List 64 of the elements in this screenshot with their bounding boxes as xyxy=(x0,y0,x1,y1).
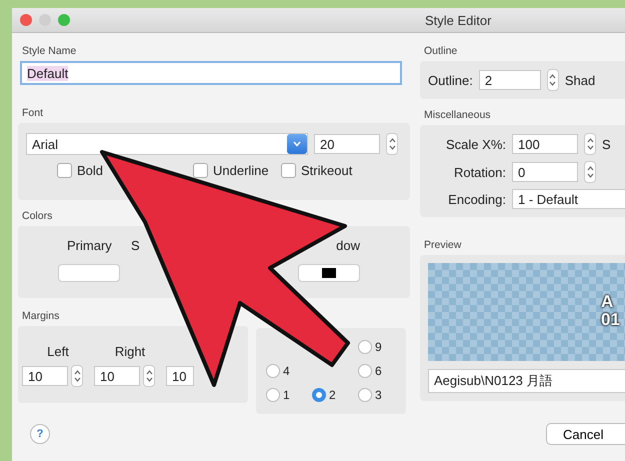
radio-label: 6 xyxy=(375,364,382,378)
field-label: Rotation: xyxy=(452,164,506,180)
color-swatch[interactable] xyxy=(298,264,360,282)
field-label: Scale X%: xyxy=(445,136,506,152)
encoding-dropdown[interactable]: 1 - Default xyxy=(512,189,625,209)
radio-label: 2 xyxy=(329,388,336,402)
radio-button[interactable] xyxy=(266,364,280,378)
margin-label: Right xyxy=(114,344,146,359)
preview-text-field[interactable]: Aegisub\N0123 月語 xyxy=(428,369,625,393)
checkbox[interactable] xyxy=(193,163,208,178)
radio-label: 4 xyxy=(283,364,290,378)
window-title: Style Editor xyxy=(425,12,492,28)
checkbox[interactable] xyxy=(281,163,296,178)
field-label: S xyxy=(602,136,611,152)
color-label: Primary xyxy=(67,238,112,253)
stepper-icon[interactable] xyxy=(546,69,559,91)
radio-label: 9 xyxy=(375,340,382,354)
stepper-icon[interactable] xyxy=(386,133,398,155)
minimize-icon[interactable] xyxy=(39,14,51,26)
color-swatch[interactable] xyxy=(58,264,120,282)
field-label: Outline: xyxy=(428,72,473,88)
color-label: dow xyxy=(336,238,360,253)
preview-text: 01 xyxy=(601,311,620,329)
radio-button[interactable] xyxy=(358,388,372,402)
color-label: S xyxy=(131,238,140,253)
margin-field[interactable]: 10 xyxy=(166,366,194,386)
checkbox-label: Strikeout xyxy=(301,163,352,178)
section-label: Preview xyxy=(424,239,462,251)
outline-field[interactable]: 2 xyxy=(478,70,541,90)
section-label: Margins xyxy=(22,310,60,322)
cancel-button[interactable]: Cancel xyxy=(546,423,625,445)
font-size-field[interactable]: 20 xyxy=(314,134,380,154)
radio-label: 3 xyxy=(375,388,382,402)
preview-text: A xyxy=(601,293,614,311)
rotation-field[interactable]: 0 xyxy=(512,162,578,182)
checkbox-label: Bold xyxy=(77,163,104,178)
stepper-icon[interactable] xyxy=(143,365,155,387)
stepper-icon[interactable] xyxy=(584,161,596,183)
font-dropdown[interactable]: Arial xyxy=(26,133,308,155)
field-label: Shad xyxy=(564,72,596,88)
stepper-icon[interactable] xyxy=(71,365,83,387)
section-label: Style Name xyxy=(22,45,78,57)
stepper-icon[interactable] xyxy=(584,133,596,155)
radio-button[interactable] xyxy=(312,388,326,402)
checkbox-label: Underline xyxy=(213,163,269,178)
style-name-field[interactable]: Default xyxy=(20,61,402,85)
section-label: Colors xyxy=(22,210,54,222)
help-button[interactable]: ? xyxy=(30,424,50,444)
margin-field[interactable]: 10 xyxy=(94,366,140,386)
scale-field[interactable]: 100 xyxy=(512,134,578,154)
field-label: Encoding: xyxy=(447,192,506,206)
checkbox[interactable] xyxy=(57,163,72,178)
section-label: Miscellaneous xyxy=(424,109,492,121)
section-label: Outline xyxy=(424,45,458,57)
radio-button[interactable] xyxy=(358,340,372,354)
radio-label: 1 xyxy=(283,388,290,402)
zoom-icon[interactable] xyxy=(58,14,70,26)
margin-field[interactable]: 10 xyxy=(22,366,68,386)
radio-button[interactable] xyxy=(358,364,372,378)
section-label: Font xyxy=(22,107,44,119)
chevron-icon xyxy=(293,141,301,147)
margin-label: Left xyxy=(46,344,70,359)
radio-button[interactable] xyxy=(266,388,280,402)
close-icon[interactable] xyxy=(20,14,32,26)
